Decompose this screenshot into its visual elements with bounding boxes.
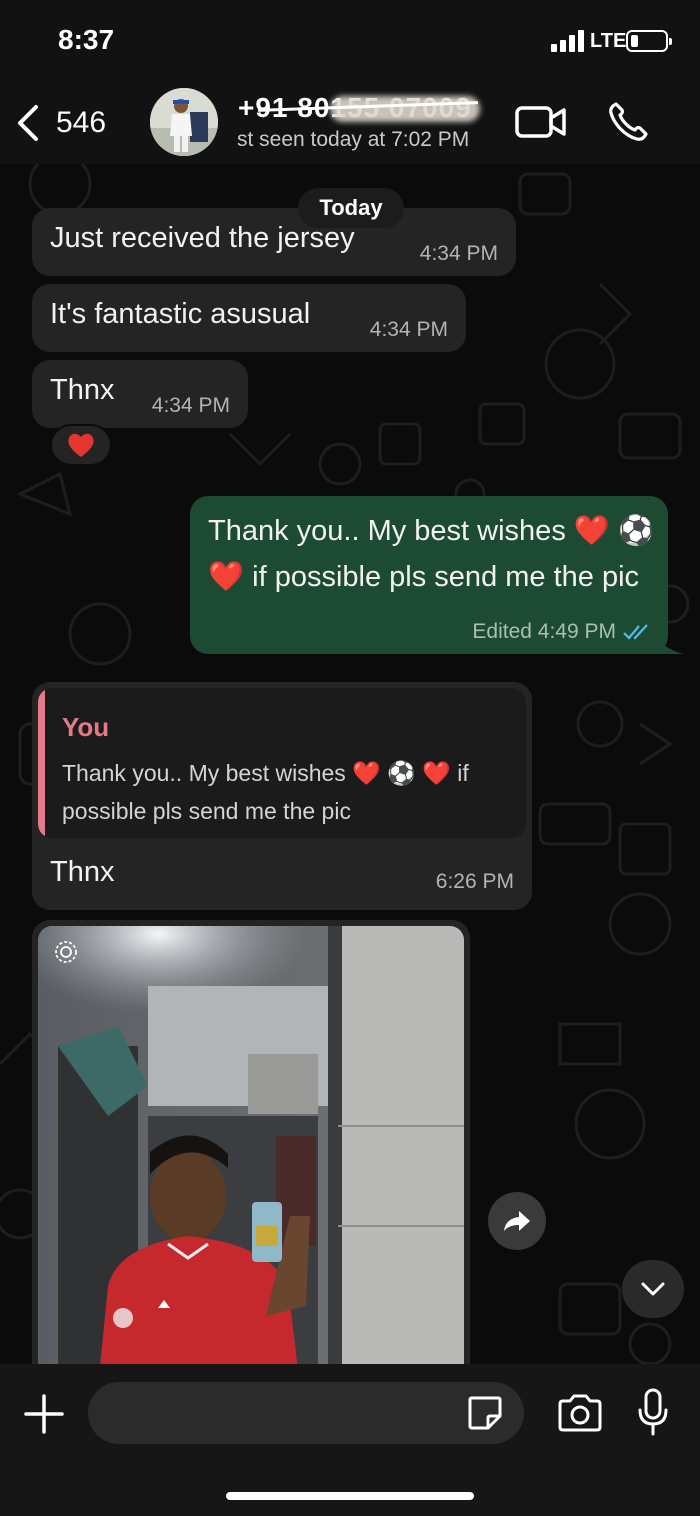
battery-icon [626, 30, 672, 52]
photo[interactable] [38, 926, 464, 1364]
redaction-mark [330, 96, 480, 122]
edited-time: Edited 4:49 PM [472, 620, 616, 643]
camera-icon[interactable] [556, 1392, 604, 1434]
incoming-message[interactable]: Thnx 4:34 PM [32, 360, 248, 428]
phone-icon[interactable] [606, 100, 650, 144]
incoming-reply-message[interactable]: You Thank you.. My best wishes ❤️ ⚽ ❤️ i… [32, 682, 532, 910]
date-chip: Today [298, 188, 404, 228]
chat-header: 546 +91 80155 07009 st seen today at 7:0… [0, 80, 700, 164]
message-text: Just received the jersey [50, 222, 355, 254]
network-type: LTE [590, 30, 627, 52]
bubble-tail [650, 624, 684, 654]
chevron-down-icon [641, 1282, 665, 1296]
message-time: 4:34 PM [419, 242, 498, 265]
quote-accent-bar [38, 688, 45, 838]
quote-text: Thank you.. My best wishes ❤️ ⚽ ❤️ if po… [62, 760, 469, 824]
plus-icon[interactable] [24, 1394, 64, 1434]
battery-fill [631, 35, 638, 47]
view-once-icon [55, 941, 77, 963]
microphone-icon[interactable] [636, 1388, 670, 1436]
status-time: 8:37 [58, 24, 115, 55]
heart-reaction[interactable] [50, 424, 112, 466]
message-text: Thank you.. My best wishes ❤️ ⚽ ❤️ if po… [208, 515, 655, 593]
forward-arrow-icon [504, 1211, 530, 1231]
message-time: 6:26 PM [435, 870, 514, 893]
unread-count: 546 [56, 106, 107, 139]
back-button[interactable]: 546 [14, 98, 106, 148]
message-time: 4:34 PM [151, 394, 230, 417]
incoming-message[interactable]: Just received the jersey 4:34 PM [32, 208, 516, 276]
image-message[interactable] [32, 920, 470, 1364]
back-chevron-icon [18, 105, 38, 141]
forward-button[interactable] [488, 1192, 546, 1250]
video-camera-icon[interactable] [514, 102, 568, 142]
mirror-selfie-image [38, 926, 464, 1364]
home-indicator [226, 1492, 474, 1500]
heart-icon [68, 433, 94, 457]
message-meta: Edited 4:49 PM [472, 620, 654, 644]
message-text: Thnx [50, 374, 115, 406]
chat-area[interactable]: Today Just received the jersey 4:34 PM I… [0, 164, 700, 1364]
quote-author: You [62, 712, 110, 742]
last-seen-status: st seen today at 7:02 PM [237, 128, 470, 151]
scroll-to-bottom-button[interactable] [622, 1260, 684, 1318]
contact-avatar[interactable] [150, 88, 218, 156]
message-time: 4:34 PM [369, 318, 448, 341]
signal-strength-icon [551, 30, 585, 52]
message-input[interactable] [88, 1382, 524, 1444]
message-text: It's fantastic asusual [50, 298, 311, 330]
sticker-icon[interactable] [466, 1394, 504, 1432]
incoming-message[interactable]: It's fantastic asusual 4:34 PM [32, 284, 466, 352]
quoted-message[interactable]: You Thank you.. My best wishes ❤️ ⚽ ❤️ i… [38, 688, 526, 838]
outgoing-message[interactable]: Thank you.. My best wishes ❤️ ⚽ ❤️ if po… [190, 496, 668, 654]
message-text: Thnx [50, 856, 115, 888]
message-input-bar [0, 1364, 700, 1516]
status-bar: 8:37 LTE [0, 0, 700, 80]
